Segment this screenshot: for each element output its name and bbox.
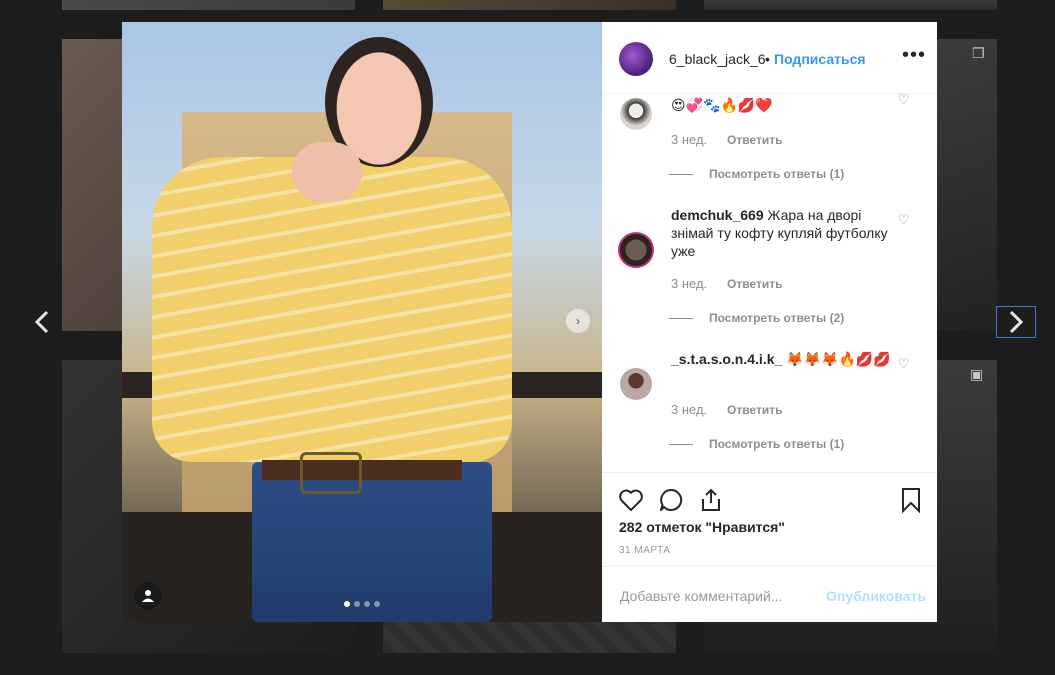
add-comment-bar: Опубликовать xyxy=(602,566,937,623)
view-replies-button[interactable]: Посмотреть ответы (1) xyxy=(669,167,844,181)
avatar[interactable] xyxy=(620,98,652,130)
carousel-dot xyxy=(374,601,380,607)
comment-input[interactable] xyxy=(618,585,822,607)
tagged-users-button[interactable] xyxy=(134,582,162,610)
carousel-icon: ❐ xyxy=(972,45,985,61)
carousel-dot xyxy=(344,601,350,607)
comment-like-icon[interactable]: ♡ xyxy=(898,212,910,228)
comment-time: 3 нед. xyxy=(671,132,708,147)
comment-like-icon[interactable]: ♡ xyxy=(898,94,910,108)
feed-tile[interactable] xyxy=(704,0,997,10)
reply-button[interactable]: Ответить xyxy=(727,133,782,147)
comments-list[interactable]: 😍💞🐾🔥💋❤️ ♡ 3 нед. Ответить Посмотреть отв… xyxy=(602,94,937,472)
reply-button[interactable]: Ответить xyxy=(727,277,782,291)
photo-belt xyxy=(262,460,462,480)
follow-button[interactable]: Подписаться xyxy=(774,51,866,67)
next-post-button[interactable] xyxy=(996,306,1036,338)
post-header: 6_black_jack_6 • Подписаться ••• xyxy=(602,22,937,94)
carousel-indicator xyxy=(344,601,380,607)
view-replies-button[interactable]: Посмотреть ответы (2) xyxy=(669,311,844,325)
post-photo[interactable]: › xyxy=(122,22,602,622)
comment-text: demchuk_669 Жара на дворі знімай ту кофт… xyxy=(671,207,888,259)
chevron-right-icon: › xyxy=(576,314,580,328)
chevron-right-icon xyxy=(1009,310,1024,334)
avatar[interactable] xyxy=(620,368,652,400)
comment-time: 3 нед. xyxy=(671,276,708,291)
feed-tile[interactable] xyxy=(62,0,355,10)
photo-sweater xyxy=(152,157,512,462)
post-username[interactable]: 6_black_jack_6 xyxy=(669,51,766,67)
comment-username[interactable]: _s.t.a.s.o.n.4.i.k_ xyxy=(671,351,782,367)
feed-tile[interactable] xyxy=(383,0,676,10)
video-icon: ▣ xyxy=(970,366,984,382)
post-details-panel: 6_black_jack_6 • Подписаться ••• 😍💞🐾🔥💋❤️… xyxy=(602,22,937,622)
heart-icon[interactable] xyxy=(618,487,644,513)
bookmark-icon[interactable] xyxy=(898,487,924,513)
comment-text: 😍💞🐾🔥💋❤️ xyxy=(671,97,773,113)
avatar[interactable] xyxy=(618,232,654,268)
comment-text: _s.t.a.s.o.n.4.i.k_ 🦊🦊🦊🔥💋💋 xyxy=(671,351,891,367)
photo-buckle xyxy=(300,452,362,494)
header-separator: • xyxy=(765,51,770,67)
photo-hand xyxy=(292,142,362,202)
avatar[interactable] xyxy=(619,42,653,76)
comment-time: 3 нед. xyxy=(671,402,708,417)
carousel-dot xyxy=(364,601,370,607)
comment-like-icon[interactable]: ♡ xyxy=(898,356,910,372)
chevron-left-icon xyxy=(34,310,49,334)
comment-icon[interactable] xyxy=(658,487,684,513)
likes-count[interactable]: 282 отметок "Нравится" xyxy=(619,519,785,535)
photo-jeans xyxy=(252,462,492,622)
carousel-dot xyxy=(354,601,360,607)
reply-button[interactable]: Ответить xyxy=(727,403,782,417)
more-options-button[interactable]: ••• xyxy=(902,44,926,67)
prev-post-button[interactable] xyxy=(22,306,62,338)
post-date: 31 МАРТА xyxy=(619,545,671,556)
post-actions: 282 отметок "Нравится" 31 МАРТА xyxy=(602,472,937,568)
comment-username[interactable]: demchuk_669 xyxy=(671,207,764,223)
publish-button[interactable]: Опубликовать xyxy=(826,588,926,604)
share-icon[interactable] xyxy=(698,487,724,513)
user-icon xyxy=(142,590,154,602)
view-replies-button[interactable]: Посмотреть ответы (1) xyxy=(669,437,844,451)
carousel-next-button[interactable]: › xyxy=(566,309,590,333)
